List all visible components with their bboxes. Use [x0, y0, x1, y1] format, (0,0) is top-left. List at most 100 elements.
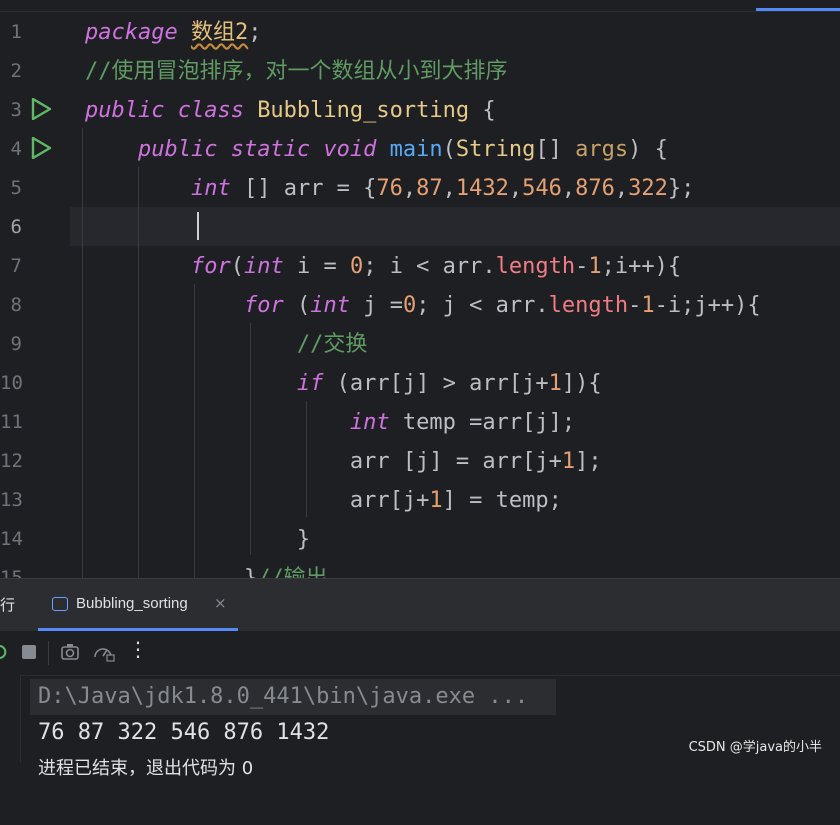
run-toolbar: ⋮: [0, 631, 840, 676]
code-token: ];: [575, 449, 602, 474]
code-token: for: [243, 293, 284, 318]
code-editor[interactable]: 1 2 3 4 5 6 7 8 9 10 11 12 13 14 15 package 数组2;//使用冒泡…: [0, 0, 840, 578]
line-number: 1: [10, 21, 22, 43]
console-sidebar: [0, 675, 21, 763]
code-line[interactable]: public class Bubbling_sorting {: [85, 91, 496, 130]
line-number: 14: [0, 528, 23, 550]
line-number: 2: [10, 60, 22, 82]
code-line[interactable]: }//输出: [85, 559, 328, 578]
code-token: ,: [614, 176, 629, 201]
code-token: 87: [416, 176, 443, 201]
code-token: 0: [402, 293, 417, 318]
code-token: public static void: [137, 137, 390, 162]
code-line[interactable]: arr[j+1] = temp;: [85, 481, 562, 520]
code-line[interactable]: package 数组2;: [85, 13, 261, 52]
code-line[interactable]: //使用冒泡排序，对一个数组从小到大排序: [85, 52, 508, 91]
code-line[interactable]: for(int i = 0; i < arr.length-1;i++){: [85, 247, 681, 286]
code-token: ) {: [628, 137, 668, 162]
console-output[interactable]: D:\Java\jdk1.8.0_441\bin\java.exe ... 76…: [30, 675, 556, 825]
close-icon[interactable]: ×: [214, 594, 227, 612]
line-gutter: 1 2 3 4 5 6 7 8 9 10 11 12 13 14 15: [0, 12, 70, 578]
code-line[interactable]: if (arr[j] > arr[j+1]){: [85, 364, 602, 403]
run-tab-bar: 行 Bubbling_sorting ×: [0, 579, 840, 631]
code-token: {: [469, 98, 496, 123]
code-token: int: [310, 293, 350, 318]
code-token: ,: [561, 176, 576, 201]
console-exit-line: 进程已结束，退出代码为 0: [38, 758, 254, 779]
code-token: }: [85, 566, 257, 578]
text-caret: [197, 212, 199, 240]
run-tool-label[interactable]: 行: [0, 579, 15, 631]
code-token: []: [535, 137, 576, 162]
run-panel: 行 Bubbling_sorting × ⋮ D:\Java\jdk1.8.0_…: [0, 578, 840, 779]
tab-label: Bubbling_sorting: [76, 595, 188, 612]
run-class-icon[interactable]: [30, 98, 52, 120]
code-token: ] = temp;: [442, 488, 562, 513]
code-token: i =: [283, 254, 350, 279]
code-token: ,: [442, 176, 456, 201]
line-number: 12: [0, 450, 23, 472]
code-token: -: [628, 293, 642, 318]
code-token: ;i++){: [601, 254, 682, 279]
code-token: ,: [508, 176, 523, 201]
code-line[interactable]: arr [j] = arr[j+1];: [85, 442, 602, 481]
code-line[interactable]: //交换: [85, 325, 368, 364]
code-token: 1432: [455, 176, 509, 201]
code-token: 1: [429, 488, 443, 513]
code-token: length: [548, 293, 629, 318]
code-token: (arr[j] > arr[j+: [323, 371, 549, 396]
line-number: 3: [10, 99, 22, 121]
code-token: ; i < arr.: [363, 254, 496, 279]
more-options-icon[interactable]: ⋮: [128, 637, 148, 661]
line-number: 4: [10, 138, 22, 160]
profiler-icon[interactable]: [92, 641, 116, 663]
code-line[interactable]: int [] arr = {76,87,1432,546,876,322};: [85, 169, 694, 208]
code-token: main: [389, 137, 443, 162]
code-token: 1: [641, 293, 655, 318]
code-token: }: [85, 527, 311, 552]
rerun-icon[interactable]: [0, 641, 8, 663]
console-icon: [52, 597, 68, 611]
code-token: [] arr = {: [230, 176, 377, 201]
code-token: int: [190, 176, 231, 201]
code-token: -i;j++){: [654, 293, 761, 318]
run-main-icon[interactable]: [30, 137, 52, 159]
code-token: temp =arr[j];: [389, 410, 576, 435]
code-token: 0: [349, 254, 364, 279]
code-line[interactable]: for (int j =0; j < arr.length-1-i;j++){: [85, 286, 761, 325]
camera-icon[interactable]: [60, 641, 80, 663]
stop-icon[interactable]: [20, 641, 38, 663]
code-token: 1: [561, 449, 576, 474]
code-token: 876: [575, 176, 615, 201]
line-number: 9: [10, 333, 22, 355]
code-token: ; j < arr.: [416, 293, 549, 318]
code-token: (: [283, 293, 311, 318]
line-number: 8: [10, 294, 22, 316]
console-output-line: 76 87 322 546 876 1432: [38, 720, 330, 745]
code-token: //交换: [296, 332, 368, 357]
code-token: //输出: [257, 566, 328, 578]
code-token: 数组2: [190, 20, 249, 45]
code-token: -: [575, 254, 589, 279]
code-token: arr [j] = arr[j+: [85, 449, 562, 474]
line-number: 6: [10, 216, 22, 238]
code-token: int: [349, 410, 390, 435]
code-token: public class: [85, 98, 258, 123]
code-line[interactable]: int temp =arr[j];: [85, 403, 575, 442]
code-token: (: [442, 137, 456, 162]
code-token: //使用冒泡排序，对一个数组从小到大排序: [85, 59, 508, 84]
code-line[interactable]: public static void main(String[] args) {: [85, 130, 668, 169]
tab-bubbling-sorting[interactable]: Bubbling_sorting ×: [38, 579, 238, 631]
code-token: ]){: [561, 371, 602, 396]
code-token: Bubbling_sorting: [257, 98, 470, 123]
code-token: String: [455, 137, 536, 162]
code-line[interactable]: }: [85, 520, 310, 559]
code-token: ,: [402, 176, 417, 201]
code-token: };: [667, 176, 695, 201]
editor-tab-indicator: [756, 8, 840, 11]
